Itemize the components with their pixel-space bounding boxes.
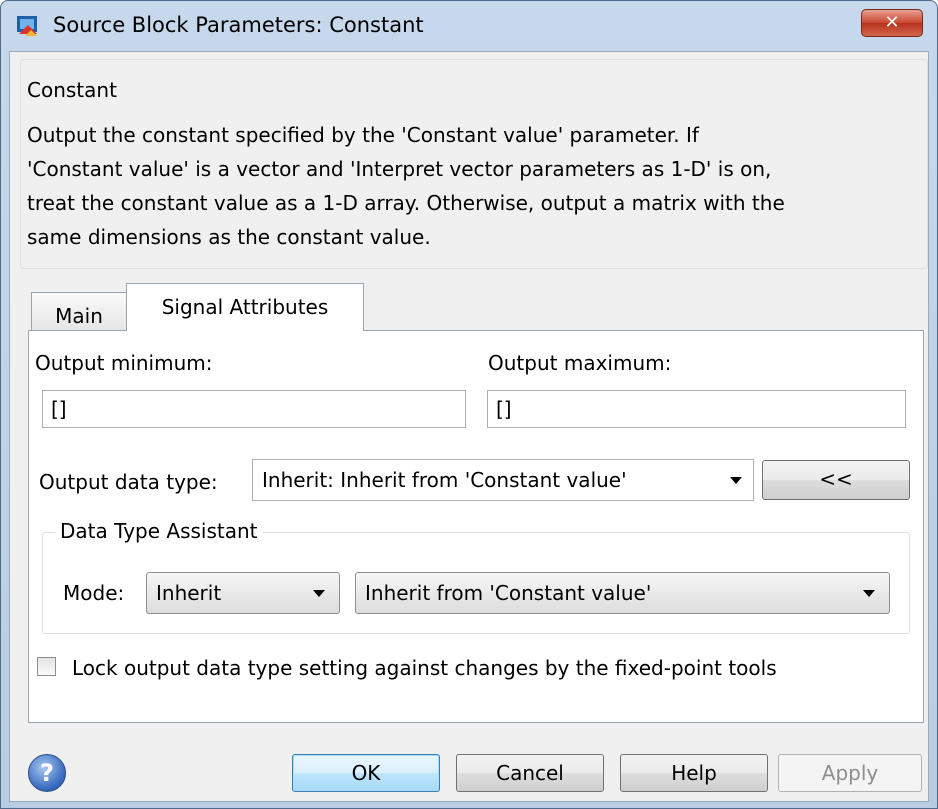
window-title: Source Block Parameters: Constant: [53, 13, 424, 37]
output-data-type-value: Inherit: Inherit from 'Constant value': [262, 468, 627, 492]
inherit-rule-dropdown[interactable]: Inherit from 'Constant value': [355, 572, 890, 614]
output-maximum-input[interactable]: []: [487, 390, 906, 428]
inherit-rule-value: Inherit from 'Constant value': [365, 581, 652, 605]
output-maximum-label: Output maximum:: [488, 351, 672, 375]
chevron-down-icon: [863, 590, 875, 597]
apply-button-label: Apply: [821, 761, 879, 785]
cancel-button-label: Cancel: [496, 761, 564, 785]
description-group-label: Constant: [23, 78, 121, 102]
mode-dropdown[interactable]: Inherit: [146, 572, 340, 614]
simulink-block-icon: [17, 16, 37, 36]
block-description: Output the constant specified by the 'Co…: [27, 123, 785, 249]
mode-label: Mode:: [63, 581, 125, 605]
output-data-type-label: Output data type:: [39, 470, 218, 494]
tab-main-label: Main: [55, 304, 103, 328]
apply-button: Apply: [778, 754, 922, 792]
output-data-type-dropdown[interactable]: Inherit: Inherit from 'Constant value': [252, 459, 754, 501]
ok-button[interactable]: OK: [292, 754, 440, 792]
chevron-down-icon: [730, 477, 742, 484]
lock-data-type-label[interactable]: Lock output data type setting against ch…: [72, 656, 777, 680]
tab-signal-attributes-label: Signal Attributes: [161, 295, 329, 319]
title-bar[interactable]: Source Block Parameters: Constant ✕: [1, 1, 937, 51]
lock-data-type-checkbox[interactable]: [37, 657, 56, 676]
help-glyph: ?: [40, 759, 54, 787]
output-minimum-label: Output minimum:: [35, 351, 213, 375]
toggle-assistant-button[interactable]: <<: [762, 460, 910, 500]
cancel-button[interactable]: Cancel: [456, 754, 604, 792]
tab-signal-attributes[interactable]: Signal Attributes: [126, 283, 364, 331]
tab-main[interactable]: Main: [31, 292, 127, 330]
help-button[interactable]: Help: [620, 754, 768, 792]
output-minimum-input[interactable]: []: [42, 390, 466, 428]
close-icon: ✕: [884, 12, 900, 33]
close-button[interactable]: ✕: [861, 9, 923, 37]
help-question-icon[interactable]: ?: [28, 754, 66, 792]
data-type-assistant-label: Data Type Assistant: [55, 519, 263, 543]
mode-value: Inherit: [156, 581, 222, 605]
help-button-label: Help: [671, 761, 717, 785]
toggle-assistant-label: <<: [819, 467, 853, 491]
chevron-down-icon: [313, 590, 325, 597]
ok-button-label: OK: [351, 761, 381, 785]
